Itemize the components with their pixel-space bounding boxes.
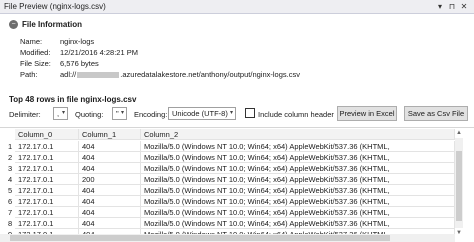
window-title: File Preview (nginx-logs.csv) [4, 2, 106, 11]
row-number: 2 [8, 153, 13, 162]
table-cell[interactable]: 172.17.0.1 [15, 196, 79, 207]
table-row[interactable]: 6 172.17.0.1 404 Mozilla/5.0 (Windows NT… [0, 196, 474, 207]
name-value: nginx-logs [60, 37, 95, 46]
data-grid[interactable]: Column_0 Column_1 Column_2 1 172.17.0.1 … [0, 127, 474, 242]
scroll-down-icon[interactable]: ▼ [455, 229, 463, 237]
table-cell[interactable]: Mozilla/5.0 (Windows NT 10.0; Win64; x64… [141, 141, 455, 152]
vertical-scrollbar[interactable] [455, 138, 463, 228]
table-cell[interactable]: Mozilla/5.0 (Windows NT 10.0; Win64; x64… [141, 174, 455, 185]
table-cell[interactable]: 172.17.0.1 [15, 163, 79, 174]
collapse-icon[interactable]: − [9, 20, 18, 29]
pin-icon[interactable]: ⊓ [446, 1, 458, 13]
table-cell[interactable]: 404 [79, 207, 141, 218]
table-cell[interactable]: 172.17.0.1 [15, 152, 79, 163]
preview-heading: Top 48 rows in file nginx-logs.csv [9, 95, 137, 104]
quoting-label: Quoting: [75, 110, 104, 119]
table-cell[interactable]: Mozilla/5.0 (Windows NT 10.0; Win64; x64… [141, 185, 455, 196]
quoting-select[interactable]: " ▾ [112, 107, 127, 120]
table-row[interactable]: 5 172.17.0.1 404 Mozilla/5.0 (Windows NT… [0, 185, 474, 196]
row-number: 5 [8, 186, 13, 195]
table-row[interactable]: 8 172.17.0.1 404 Mozilla/5.0 (Windows NT… [0, 218, 474, 229]
quoting-value: " [116, 109, 119, 118]
file-size-label: File Size: [20, 59, 51, 68]
table-row[interactable]: 4 172.17.0.1 200 Mozilla/5.0 (Windows NT… [0, 174, 474, 185]
file-information-header[interactable]: − File Information [9, 19, 82, 30]
table-row[interactable]: 7 172.17.0.1 404 Mozilla/5.0 (Windows NT… [0, 207, 474, 218]
table-cell[interactable]: Mozilla/5.0 (Windows NT 10.0; Win64; x64… [141, 196, 455, 207]
horizontal-scroll-thumb[interactable] [10, 235, 390, 241]
horizontal-scrollbar[interactable] [0, 234, 455, 242]
table-cell[interactable]: 172.17.0.1 [15, 218, 79, 229]
encoding-value: Unicode (UTF-8) [172, 109, 228, 118]
path-suffix: .azuredatalakestore.net/anthony/output/n… [120, 70, 300, 79]
table-row[interactable]: 1 172.17.0.1 404 Mozilla/5.0 (Windows NT… [0, 141, 474, 152]
table-cell[interactable]: 404 [79, 196, 141, 207]
table-cell[interactable]: Mozilla/5.0 (Windows NT 10.0; Win64; x64… [141, 218, 455, 229]
table-cell[interactable]: 404 [79, 218, 141, 229]
grid-header-row: Column_0 Column_1 Column_2 [0, 129, 474, 140]
encoding-label: Encoding: [134, 110, 168, 119]
row-number: 6 [8, 197, 13, 206]
vertical-scroll-thumb[interactable] [456, 151, 462, 221]
table-cell[interactable]: 172.17.0.1 [15, 141, 79, 152]
row-number: 4 [8, 175, 13, 184]
table-cell[interactable]: Mozilla/5.0 (Windows NT 10.0; Win64; x64… [141, 152, 455, 163]
table-cell[interactable]: Mozilla/5.0 (Windows NT 10.0; Win64; x64… [141, 207, 455, 218]
table-cell[interactable]: 172.17.0.1 [15, 185, 79, 196]
path-value: adl:// .azuredatalakestore.net/anthony/ou… [60, 70, 300, 79]
redacted-account-name [77, 72, 120, 79]
path-prefix: adl:// [60, 70, 77, 79]
chevron-down-icon: ▾ [120, 110, 124, 116]
modified-label: Modified: [20, 48, 51, 57]
table-cell[interactable]: 404 [79, 163, 141, 174]
chevron-down-icon: ▾ [61, 110, 65, 116]
delimiter-value: , [57, 109, 60, 118]
window-dropdown-icon[interactable]: ▾ [434, 1, 446, 13]
row-number: 8 [8, 219, 13, 228]
column-header[interactable]: Column_1 [79, 129, 141, 140]
encoding-select[interactable]: Unicode (UTF-8) ▾ [168, 107, 236, 120]
table-cell[interactable]: 172.17.0.1 [15, 174, 79, 185]
close-icon[interactable]: ✕ [458, 1, 470, 13]
column-header[interactable]: Column_2 [141, 129, 455, 140]
delimiter-select[interactable]: , ▾ [53, 107, 68, 120]
include-header-checkbox[interactable] [245, 108, 255, 118]
row-number: 1 [8, 142, 13, 151]
path-label: Path: [20, 70, 38, 79]
preview-in-excel-button[interactable]: Preview in Excel [337, 106, 397, 121]
table-cell[interactable]: 404 [79, 185, 141, 196]
delimiter-label: Delimiter: [9, 110, 41, 119]
table-cell[interactable]: 172.17.0.1 [15, 207, 79, 218]
table-cell[interactable]: 200 [79, 174, 141, 185]
modified-value: 12/21/2016 4:28:21 PM [60, 48, 138, 57]
table-row[interactable]: 2 172.17.0.1 404 Mozilla/5.0 (Windows NT… [0, 152, 474, 163]
save-as-csv-button[interactable]: Save as Csv File [404, 106, 468, 121]
table-cell[interactable]: 404 [79, 152, 141, 163]
table-cell[interactable]: 404 [79, 141, 141, 152]
window-title-bar: File Preview (nginx-logs.csv) ▾ ⊓ ✕ [0, 0, 474, 14]
row-number: 3 [8, 164, 13, 173]
row-number: 7 [8, 208, 13, 217]
table-row[interactable]: 3 172.17.0.1 404 Mozilla/5.0 (Windows NT… [0, 163, 474, 174]
scroll-up-icon[interactable]: ▲ [455, 129, 463, 137]
table-cell[interactable]: Mozilla/5.0 (Windows NT 10.0; Win64; x64… [141, 163, 455, 174]
include-header-label: Include column header [258, 110, 334, 119]
name-label: Name: [20, 37, 43, 46]
chevron-down-icon: ▾ [229, 110, 233, 116]
file-size-value: 6,576 bytes [60, 59, 99, 68]
column-header[interactable]: Column_0 [15, 129, 79, 140]
file-information-title: File Information [22, 20, 82, 29]
